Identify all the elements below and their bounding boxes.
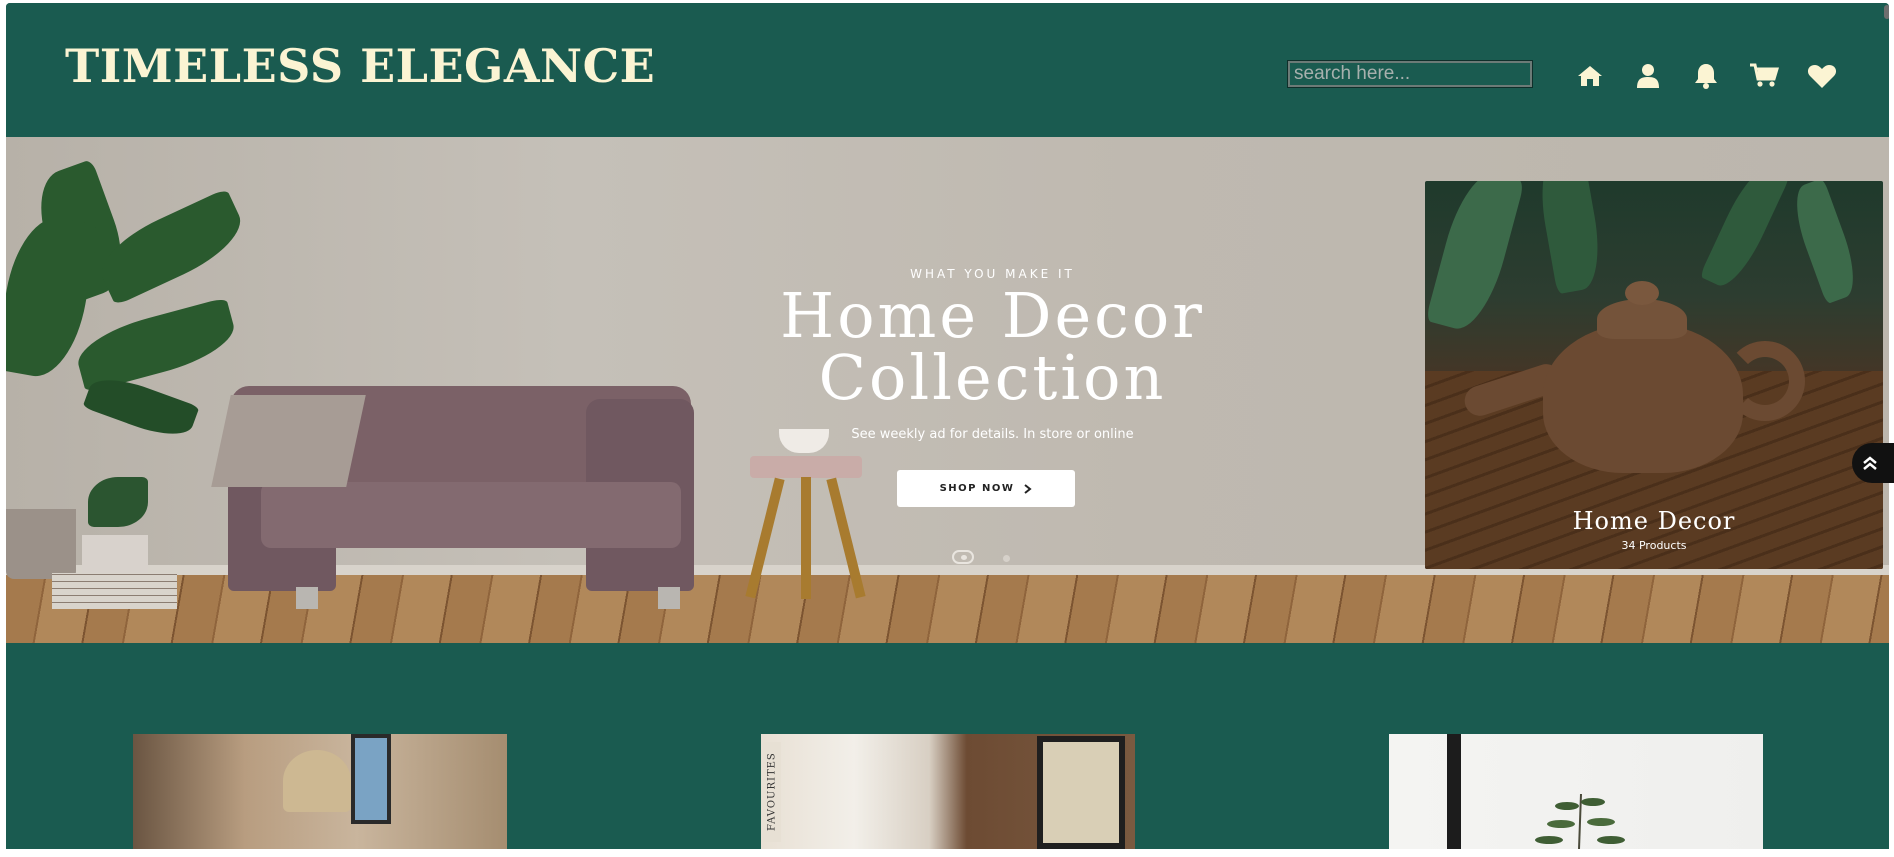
book-stack: [52, 573, 177, 609]
stool-leg: [801, 477, 811, 599]
card-leaf: [1425, 181, 1525, 337]
card-leaf: [1699, 181, 1791, 294]
window-edge: [1884, 5, 1889, 19]
sofa-seat: [261, 482, 681, 548]
chevron-right-icon: [1024, 483, 1032, 494]
teapot-knob: [1625, 281, 1659, 305]
category-tile[interactable]: [133, 734, 507, 849]
feature-card-count: 34 Products: [1621, 539, 1687, 552]
bell-icon[interactable]: [1677, 58, 1735, 94]
double-chevron-up-icon: [1863, 456, 1877, 470]
window-image: [351, 734, 391, 824]
scroll-to-top-button[interactable]: [1852, 443, 1894, 483]
header-icon-bar: [1561, 58, 1851, 94]
stool-top: [750, 456, 862, 478]
category-tile[interactable]: [1389, 734, 1763, 849]
search-input[interactable]: [1287, 60, 1533, 88]
heart-icon[interactable]: [1793, 58, 1851, 94]
mirror-edge: [1447, 734, 1461, 849]
shop-now-label: SHOP NOW: [939, 483, 1015, 494]
site-header: TIMELESS ELEGANCE: [6, 3, 1889, 137]
wall-art: [1037, 736, 1125, 849]
cart-icon[interactable]: [1735, 58, 1793, 94]
user-icon[interactable]: [1619, 58, 1677, 94]
card-leaf: [1533, 181, 1607, 295]
feature-card-home-decor[interactable]: Home Decor 34 Products: [1425, 181, 1883, 569]
feature-card-title: Home Decor: [1572, 507, 1736, 535]
category-tile[interactable]: FAVOURITES: [761, 734, 1135, 849]
brand-logo[interactable]: TIMELESS ELEGANCE: [65, 39, 655, 93]
home-icon[interactable]: [1561, 58, 1619, 94]
sofa-leg: [658, 587, 680, 609]
small-plant-leaf: [88, 477, 148, 527]
hero-banner: WHAT YOU MAKE IT Home Decor Collection S…: [6, 137, 1889, 643]
shop-now-button[interactable]: SHOP NOW: [897, 470, 1075, 507]
olive-branch: [1535, 793, 1625, 849]
slide-dot[interactable]: [1003, 555, 1010, 562]
plant-pot: [6, 509, 76, 579]
sofa-leg: [296, 587, 318, 609]
teapot-body: [1543, 323, 1743, 473]
teapot-lid: [1597, 299, 1687, 339]
pendant-lamp: [283, 750, 351, 812]
page-frame: TIMELESS ELEGANCE search here... WHAT YO…: [6, 3, 1889, 849]
slide-dot-active[interactable]: [952, 550, 974, 564]
favourites-label: FAVOURITES: [763, 742, 781, 842]
card-leaf: [1785, 181, 1865, 305]
